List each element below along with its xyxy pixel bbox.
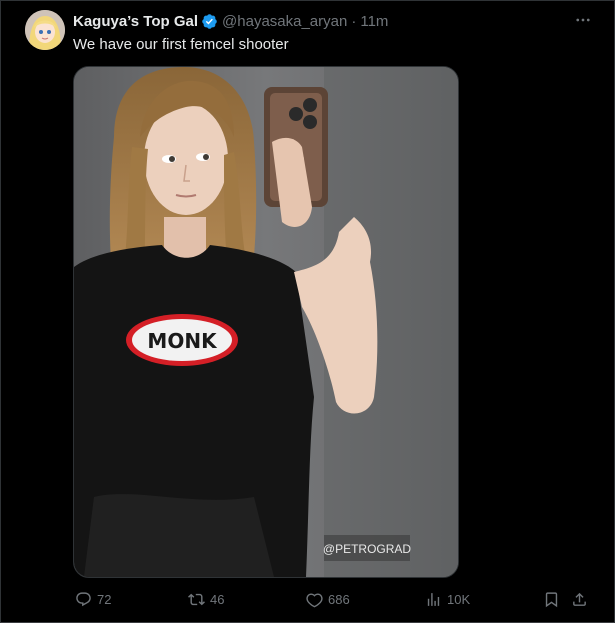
verified-badge-icon[interactable] (201, 13, 218, 30)
share-icon (573, 592, 586, 606)
views-chart-icon (427, 592, 440, 606)
tweet-header: Kaguya’s Top Gal @hayasaka_aryan · 11m (73, 11, 388, 31)
timestamp[interactable]: 11m (360, 13, 388, 30)
reply-count: 72 (97, 591, 112, 607)
share-button[interactable] (571, 588, 588, 610)
retweet-icon (188, 593, 205, 605)
photo-watermark: @PETROGRAD (323, 542, 412, 556)
views-button[interactable]: 10K (425, 588, 470, 610)
like-button[interactable]: 686 (306, 588, 350, 610)
tweet-text: We have our first femcel shooter (73, 36, 289, 53)
like-count: 686 (328, 591, 350, 607)
retweet-button[interactable]: 46 (188, 588, 224, 610)
tweet-actions: 72 46 686 10K (73, 588, 595, 610)
more-options-icon[interactable] (573, 10, 593, 30)
heart-icon (306, 592, 323, 607)
retweet-count: 46 (210, 591, 225, 607)
reply-button[interactable]: 72 (75, 588, 111, 610)
shirt-logo-text: MONK (147, 329, 218, 353)
bookmark-icon (545, 591, 558, 607)
avatar-image (25, 10, 65, 50)
tweet-photo[interactable]: MONK @PETROGRAD (73, 66, 459, 578)
display-name[interactable]: Kaguya’s Top Gal (73, 13, 198, 30)
bookmark-button[interactable] (543, 588, 560, 610)
reply-icon (76, 591, 91, 606)
separator-dot: · (351, 12, 357, 30)
views-count: 10K (447, 591, 471, 607)
user-avatar[interactable] (25, 10, 65, 50)
user-handle[interactable]: @hayasaka_aryan (222, 13, 347, 30)
